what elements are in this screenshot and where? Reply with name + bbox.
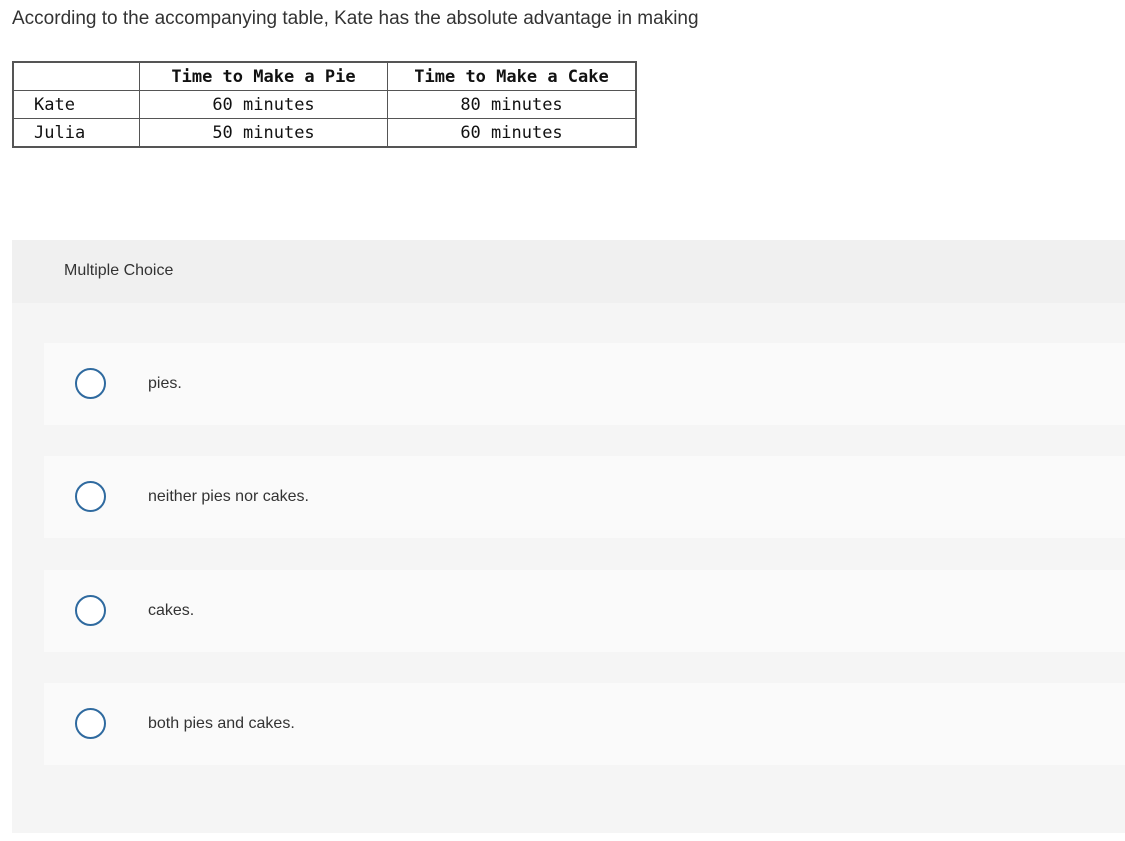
answer-option-neither[interactable]: neither pies nor cakes. — [44, 456, 1125, 538]
table-header-cake: Time to Make a Cake — [387, 61, 637, 91]
multiple-choice-header: Multiple Choice — [12, 240, 1125, 303]
radio-button-icon[interactable] — [75, 481, 106, 512]
multiple-choice-label: Multiple Choice — [64, 262, 174, 279]
answer-option-pies[interactable]: pies. — [44, 343, 1125, 425]
answer-option-label: pies. — [148, 375, 182, 392]
radio-button-icon[interactable] — [75, 368, 106, 399]
table-cell-cake: 80 minutes — [387, 90, 637, 119]
table-cell-cake: 60 minutes — [387, 118, 637, 148]
comparison-table: Time to Make a Pie Time to Make a Cake K… — [12, 61, 637, 148]
answer-option-label: neither pies nor cakes. — [148, 488, 309, 505]
table-row: Julia 50 minutes 60 minutes — [12, 118, 637, 148]
table-row-name: Kate — [12, 90, 140, 119]
answer-option-label: cakes. — [148, 602, 195, 619]
table-header-empty — [12, 61, 140, 91]
table-cell-pie: 50 minutes — [139, 118, 388, 148]
answer-option-label: both pies and cakes. — [148, 715, 295, 732]
table-row-name: Julia — [12, 118, 140, 148]
table-row: Kate 60 minutes 80 minutes — [12, 90, 637, 119]
table-cell-pie: 60 minutes — [139, 90, 388, 119]
radio-button-icon[interactable] — [75, 708, 106, 739]
table-header-pie: Time to Make a Pie — [139, 61, 388, 91]
multiple-choice-panel: Multiple Choice pies. neither pies nor c… — [12, 240, 1125, 833]
question-text: According to the accompanying table, Kat… — [12, 8, 699, 29]
answer-option-cakes[interactable]: cakes. — [44, 570, 1125, 652]
table-header-row: Time to Make a Pie Time to Make a Cake — [12, 61, 637, 91]
answer-option-both[interactable]: both pies and cakes. — [44, 683, 1125, 765]
radio-button-icon[interactable] — [75, 595, 106, 626]
